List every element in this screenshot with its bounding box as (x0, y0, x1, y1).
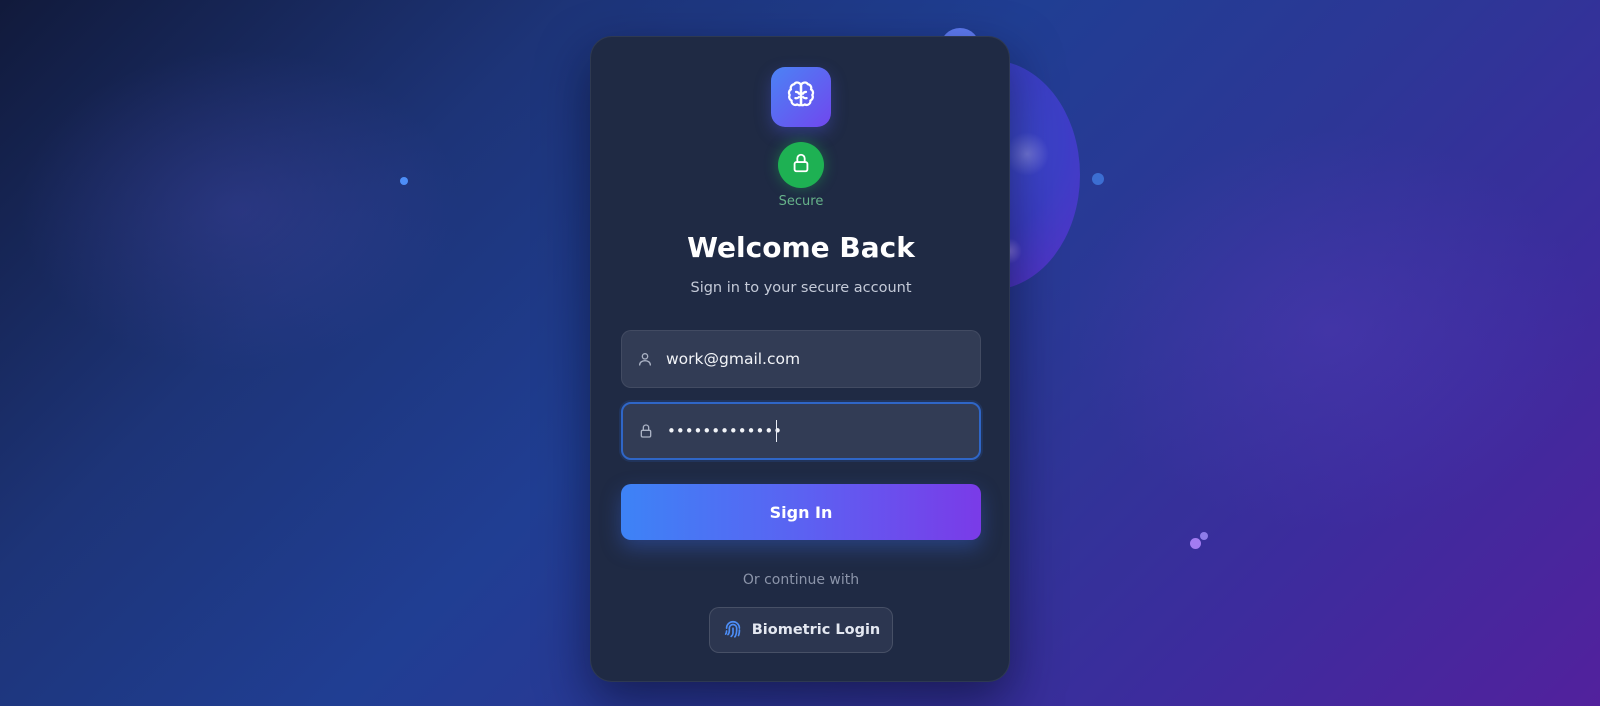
email-input[interactable] (666, 331, 966, 387)
user-icon (636, 350, 654, 368)
background-particle (1200, 532, 1208, 540)
background-glow (1005, 132, 1049, 176)
login-card: Secure Welcome Back Sign in to your secu… (590, 36, 1010, 682)
secure-badge (778, 142, 824, 188)
text-cursor (776, 420, 777, 442)
background-particle (1092, 173, 1104, 185)
alternative-login-divider: Or continue with (742, 572, 860, 588)
sign-in-button[interactable]: Sign In (621, 484, 981, 540)
password-field[interactable] (621, 402, 981, 460)
lock-icon (790, 152, 812, 178)
secure-label: Secure (778, 194, 824, 209)
biometric-login-label: Biometric Login (751, 622, 881, 638)
page-title: Welcome Back (687, 231, 915, 264)
lock-icon (637, 422, 655, 440)
email-field[interactable] (621, 330, 981, 388)
password-input[interactable] (667, 404, 967, 458)
app-logo (771, 67, 831, 127)
background-particle (1190, 538, 1201, 549)
page-subtitle: Sign in to your secure account (690, 280, 912, 296)
biometric-login-button[interactable]: Biometric Login (709, 607, 893, 653)
fingerprint-icon (722, 619, 744, 641)
brain-icon (786, 80, 816, 114)
background-particle (400, 177, 408, 185)
